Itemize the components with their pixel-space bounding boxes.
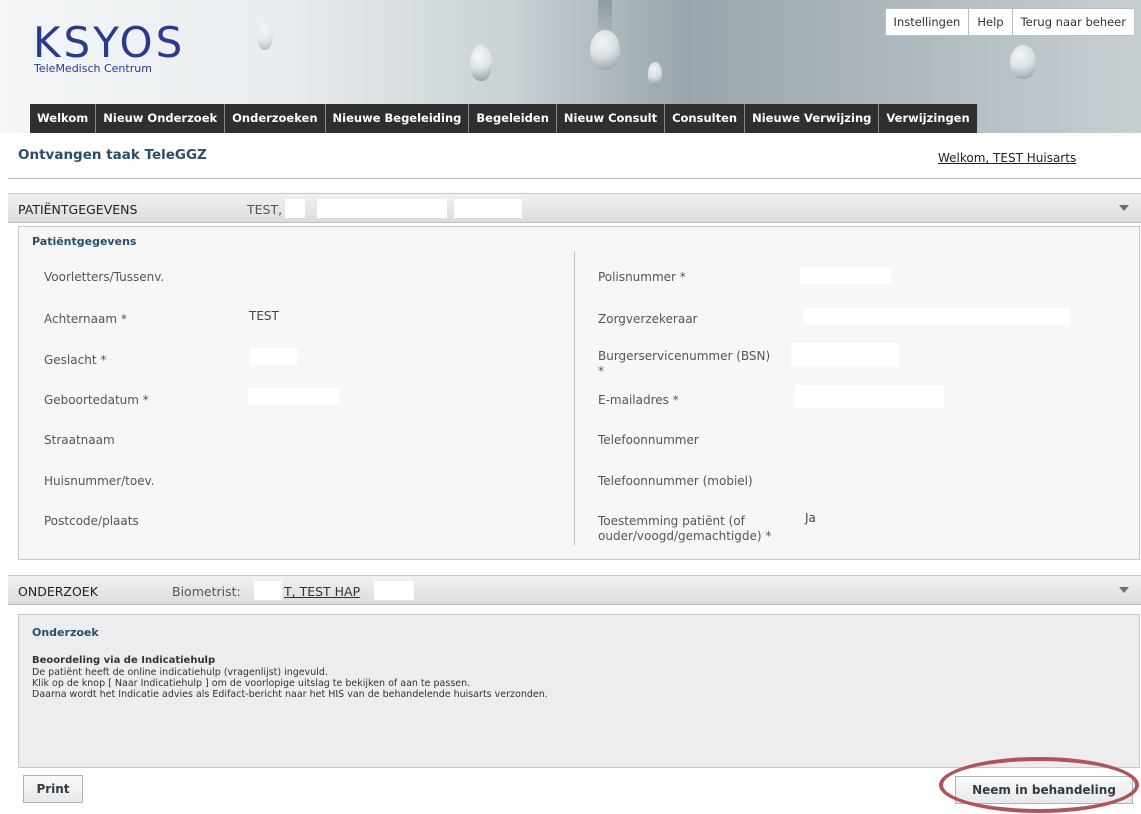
page-title: Ontvangen taak TeleGGZ (18, 147, 207, 163)
decor-pin (648, 62, 662, 86)
redacted-block (454, 199, 522, 218)
label-geslacht: Geslacht * (44, 353, 107, 367)
onderzoek-line-2: Klik op de knop [ Naar Indicatiehulp ] o… (32, 678, 471, 689)
patient-panel: Patiëntgegevens Voorletters/Tussenv. Ach… (18, 226, 1140, 560)
value-bsn-redacted (791, 343, 899, 366)
welcome-user-link[interactable]: Welkom, TEST Huisarts (938, 151, 1082, 165)
label-emailadres: E-mailadres * (598, 393, 679, 407)
label-telefoonnummer-mobiel: Telefoonnummer (mobiel) (598, 474, 753, 488)
settings-link[interactable]: Instellingen (886, 9, 969, 35)
header-banner: KSYOS TeleMedisch Centrum Instellingen H… (0, 0, 1141, 133)
value-emailadres-redacted (794, 385, 944, 408)
indicatiehulp-heading: Beoordeling via de Indicatiehulp (32, 655, 216, 666)
label-straatnaam: Straatnaam (44, 433, 115, 447)
patient-panel-heading: Patiëntgegevens (32, 235, 137, 248)
redacted-block (317, 199, 447, 218)
nav-item-nieuwe-verwijzing[interactable]: Nieuwe Verwijzing (745, 104, 880, 133)
decor-pin (470, 45, 492, 81)
redacted-block (285, 199, 305, 218)
help-link[interactable]: Help (968, 9, 1011, 35)
nav-item-welkom[interactable]: Welkom (30, 104, 97, 133)
label-voorletters: Voorletters/Tussenv. (44, 270, 165, 284)
onderzoek-line-1: De patiënt heeft de online indicatiehulp… (32, 667, 328, 678)
label-geboortedatum: Geboortedatum * (44, 393, 149, 407)
collapse-caret-icon[interactable] (1119, 587, 1129, 593)
back-to-admin-link[interactable]: Terug naar beheer (1011, 9, 1134, 35)
label-telefoonnummer: Telefoonnummer (598, 433, 699, 447)
onderzoek-panel-heading: Onderzoek (32, 626, 99, 639)
take-in-treatment-button[interactable]: Neem in behandeling (955, 776, 1133, 804)
nav-item-begeleiden[interactable]: Begeleiden (469, 104, 557, 133)
value-achternaam: TEST (249, 309, 279, 323)
value-polisnummer-redacted (800, 267, 891, 284)
onderzoek-panel: Onderzoek Beoordeling via de Indicatiehu… (18, 614, 1140, 768)
decor-pin (257, 20, 273, 50)
value-geslacht-redacted (250, 348, 298, 365)
redacted-block (254, 581, 282, 600)
logo-wordmark: KSYOS (33, 18, 186, 67)
label-huisnummer: Huisnummer/toev. (44, 474, 155, 488)
onderzoek-section-title: ONDERZOEK (18, 584, 98, 599)
value-zorgverzekeraar-redacted (803, 308, 1070, 325)
label-bsn: Burgerservicenummer (BSN) * (598, 349, 771, 378)
title-divider (8, 178, 1141, 179)
patient-section-bar[interactable]: PATIËNTGEGEVENS TEST, (8, 193, 1141, 223)
top-links: Instellingen Help Terug naar beheer (884, 8, 1135, 36)
nav-item-verwijzingen[interactable]: Verwijzingen (879, 104, 977, 133)
patient-name: TEST, (247, 202, 283, 217)
collapse-caret-icon[interactable] (1119, 205, 1129, 211)
label-achternaam: Achternaam * (44, 312, 127, 326)
ksyos-logo[interactable]: KSYOS TeleMedisch Centrum (33, 18, 186, 76)
decor-pin (1010, 45, 1036, 79)
label-polisnummer: Polisnummer * (598, 270, 686, 284)
nav-item-onderzoeken[interactable]: Onderzoeken (225, 104, 326, 133)
biometrist-label: Biometrist: (172, 584, 241, 599)
onderzoek-section-bar[interactable]: ONDERZOEK Biometrist: T, TEST HAP (8, 575, 1141, 605)
nav-item-consulten[interactable]: Consulten (665, 104, 746, 133)
nav-item-nieuw-consult[interactable]: Nieuw Consult (556, 104, 666, 133)
redacted-block (374, 581, 414, 600)
label-zorgverzekeraar: Zorgverzekeraar (598, 312, 698, 326)
main-nav: Welkom Nieuw Onderzoek Onderzoeken Nieuw… (30, 104, 977, 133)
print-button[interactable]: Print (23, 775, 83, 803)
nav-item-nieuw-onderzoek[interactable]: Nieuw Onderzoek (96, 104, 226, 133)
value-toestemming: Ja (805, 511, 816, 525)
column-divider (574, 251, 575, 546)
nav-item-nieuwe-begeleiding[interactable]: Nieuwe Begeleiding (325, 104, 470, 133)
label-toestemming: Toestemming patiënt (of ouder/voogd/gema… (598, 514, 772, 543)
label-postcode-plaats: Postcode/plaats (44, 514, 139, 528)
value-geboortedatum-redacted (248, 388, 339, 405)
onderzoek-line-3: Daarna wordt het Indicatie advies als Ed… (32, 689, 548, 700)
biometrist-name-link[interactable]: T, TEST HAP (284, 584, 360, 599)
patient-section-title: PATIËNTGEGEVENS (18, 202, 138, 217)
decor-pin (590, 30, 620, 70)
